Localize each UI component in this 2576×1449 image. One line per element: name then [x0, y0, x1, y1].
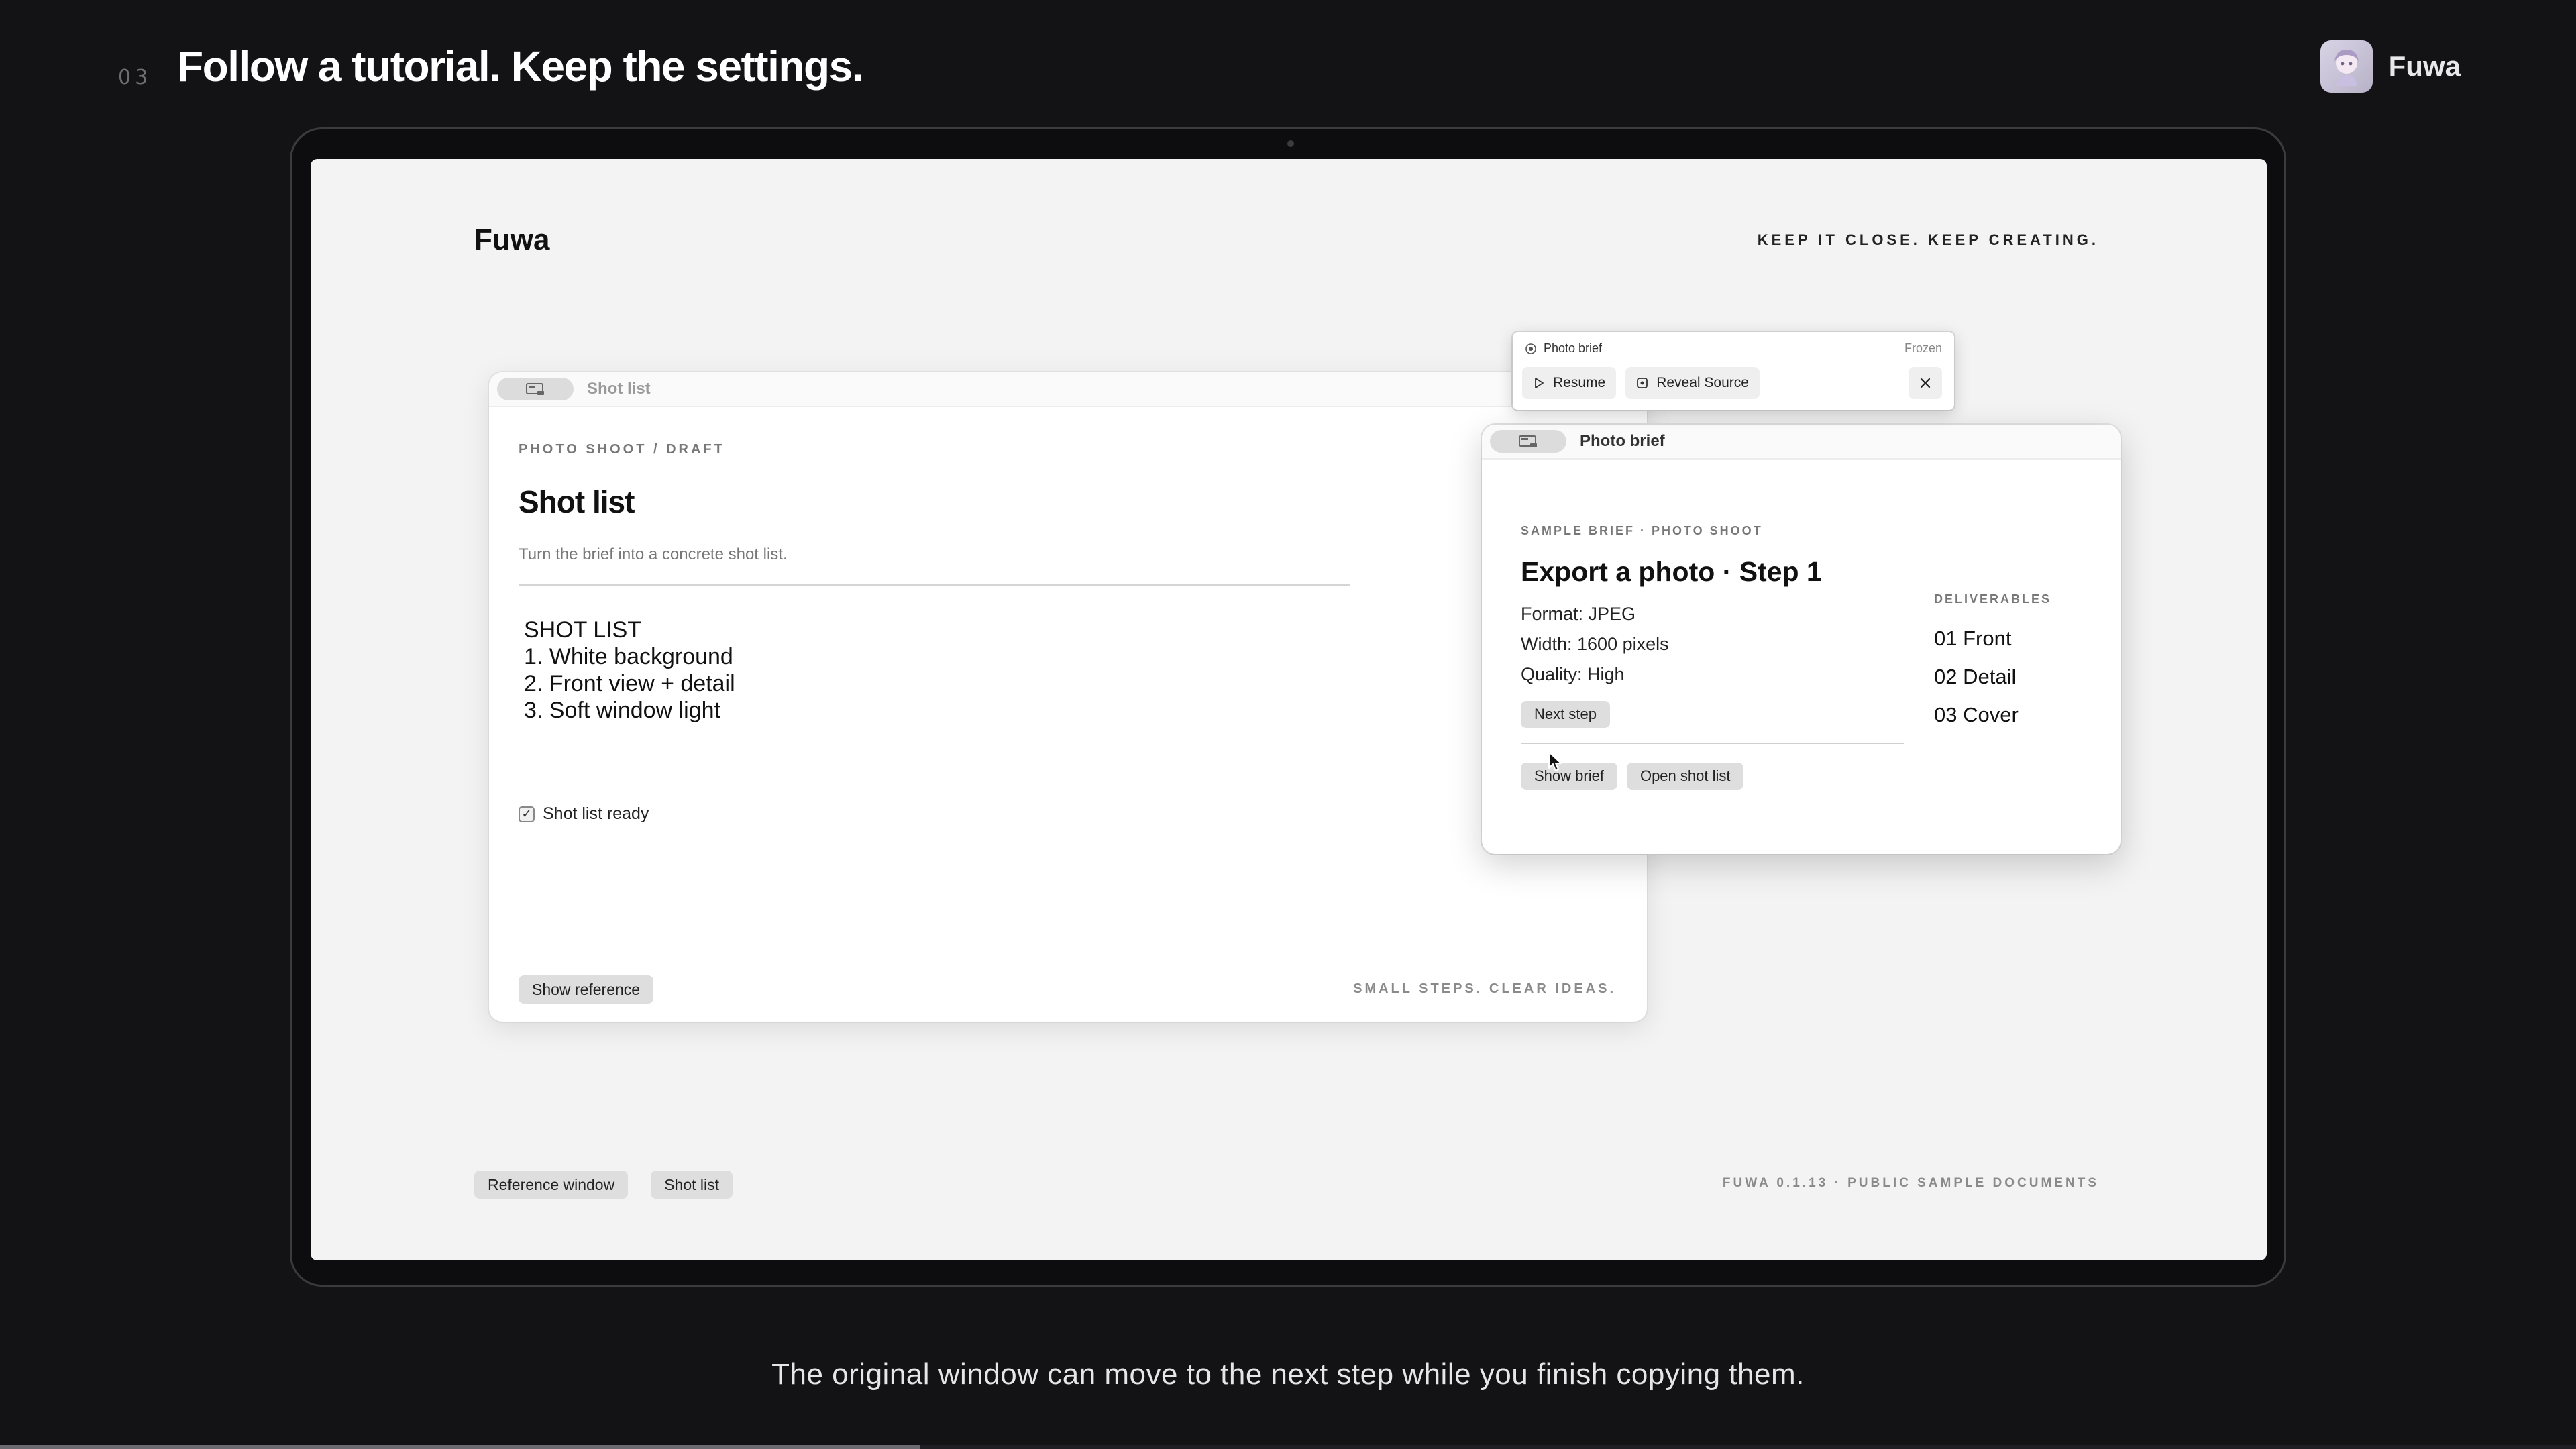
deliverable-item: 01 Front [1934, 627, 2012, 650]
app-logo: Fuwa [474, 223, 550, 256]
frozen-status: Frozen [1904, 341, 1942, 355]
slide-caption: The original window can move to the next… [771, 1358, 1805, 1391]
checkbox-label: Shot list ready [543, 804, 649, 823]
mouse-cursor-icon [1548, 751, 1562, 771]
shot-list-titlebar[interactable]: Shot list [489, 372, 1647, 407]
window-icon [526, 383, 544, 395]
target-icon [1525, 343, 1536, 354]
brand-name: Fuwa [2388, 50, 2461, 82]
app-tagline: KEEP IT CLOSE. KEEP CREATING. [1757, 231, 2099, 248]
slide-headline: Follow a tutorial. Keep the settings. [177, 42, 863, 91]
shot-list-line: SHOT LIST [524, 617, 642, 643]
reveal-source-label: Reveal Source [1656, 375, 1749, 390]
shot-list-line: 3. Soft window light [524, 698, 720, 723]
shot-heading: Shot list [519, 484, 635, 519]
shot-list-button[interactable]: Shot list [651, 1171, 733, 1199]
bottom-window-switcher: Reference window Shot list [474, 1171, 733, 1199]
slide-progress-fill [0, 1445, 920, 1449]
shot-list-text[interactable]: SHOT LIST 1. White background 2. Front v… [524, 616, 735, 724]
brand-avatar-icon [2320, 40, 2373, 93]
panel-buttons: Resume Reveal Source [1522, 367, 1760, 399]
show-reference-button[interactable]: Show reference [519, 975, 654, 1004]
next-step-button[interactable]: Next step [1521, 701, 1610, 728]
shot-footer-note: SMALL STEPS. CLEAR IDEAS. [1353, 981, 1616, 996]
brand: Fuwa [2320, 40, 2461, 93]
deliverable-item: 02 Detail [1934, 665, 2017, 688]
divider [519, 584, 1350, 586]
resume-label: Resume [1553, 375, 1606, 390]
version-label: FUWA 0.1.13 · PUBLIC SAMPLE DOCUMENTS [1722, 1176, 2099, 1190]
spec-line: Width: 1600 pixels [1521, 634, 1669, 654]
checkmark-icon[interactable]: ✓ [519, 806, 535, 822]
photo-brief-window[interactable]: Photo brief SAMPLE BRIEF · PHOTO SHOOT E… [1482, 425, 2121, 854]
window-badge[interactable] [1490, 430, 1566, 453]
show-brief-button[interactable]: Show brief [1521, 763, 1617, 790]
window-badge[interactable] [497, 378, 574, 400]
reference-window-button[interactable]: Reference window [474, 1171, 629, 1199]
brief-specs: Format: JPEG Width: 1600 pixels Quality:… [1521, 599, 1669, 690]
shot-list-window-title: Shot list [587, 380, 651, 398]
device-screen: Fuwa KEEP IT CLOSE. KEEP CREATING. Shot … [311, 159, 2267, 1260]
brief-kicker: SAMPLE BRIEF · PHOTO SHOOT [1521, 524, 1763, 537]
shot-kicker: PHOTO SHOOT / DRAFT [519, 442, 725, 457]
open-shot-list-button[interactable]: Open shot list [1626, 763, 1744, 790]
spec-line: Format: JPEG [1521, 604, 1636, 624]
brief-heading: Export a photo · Step 1 [1521, 556, 1822, 587]
shot-list-line: 2. Front view + detail [524, 671, 735, 696]
device-frame: Fuwa KEEP IT CLOSE. KEEP CREATING. Shot … [290, 127, 2286, 1287]
resume-button[interactable]: Resume [1522, 367, 1617, 399]
play-icon [1535, 378, 1544, 388]
close-button[interactable] [1909, 367, 1942, 399]
slide-progress-track [0, 1445, 2576, 1449]
reveal-source-icon [1637, 378, 1648, 388]
camera-dot [1287, 140, 1294, 147]
deliverable-item: 03 Cover [1934, 703, 2019, 727]
window-icon [1519, 435, 1537, 447]
shot-subtitle: Turn the brief into a concrete shot list… [519, 545, 788, 564]
panel-header: Photo brief Frozen [1525, 341, 1942, 356]
divider [1521, 743, 1904, 744]
step-number: 03 [118, 66, 152, 89]
photo-brief-window-title: Photo brief [1580, 432, 1665, 450]
reveal-source-button[interactable]: Reveal Source [1625, 367, 1760, 399]
photo-brief-titlebar[interactable]: Photo brief [1482, 425, 2121, 460]
panel-title: Photo brief [1544, 341, 1603, 355]
shot-list-ready-checkbox[interactable]: ✓ Shot list ready [519, 804, 649, 824]
close-icon [1920, 378, 1931, 388]
shot-list-line: 1. White background [524, 644, 733, 669]
deliverables-label: DELIVERABLES [1934, 592, 2052, 606]
shot-list-window[interactable]: Shot list PHOTO SHOOT / DRAFT Shot list … [489, 372, 1647, 1022]
frozen-control-panel[interactable]: Photo brief Frozen Resume Reveal Source [1513, 332, 1954, 410]
deliverables-list: 01 Front 02 Detail 03 Cover [1934, 619, 2019, 734]
spec-line: Quality: High [1521, 664, 1625, 684]
